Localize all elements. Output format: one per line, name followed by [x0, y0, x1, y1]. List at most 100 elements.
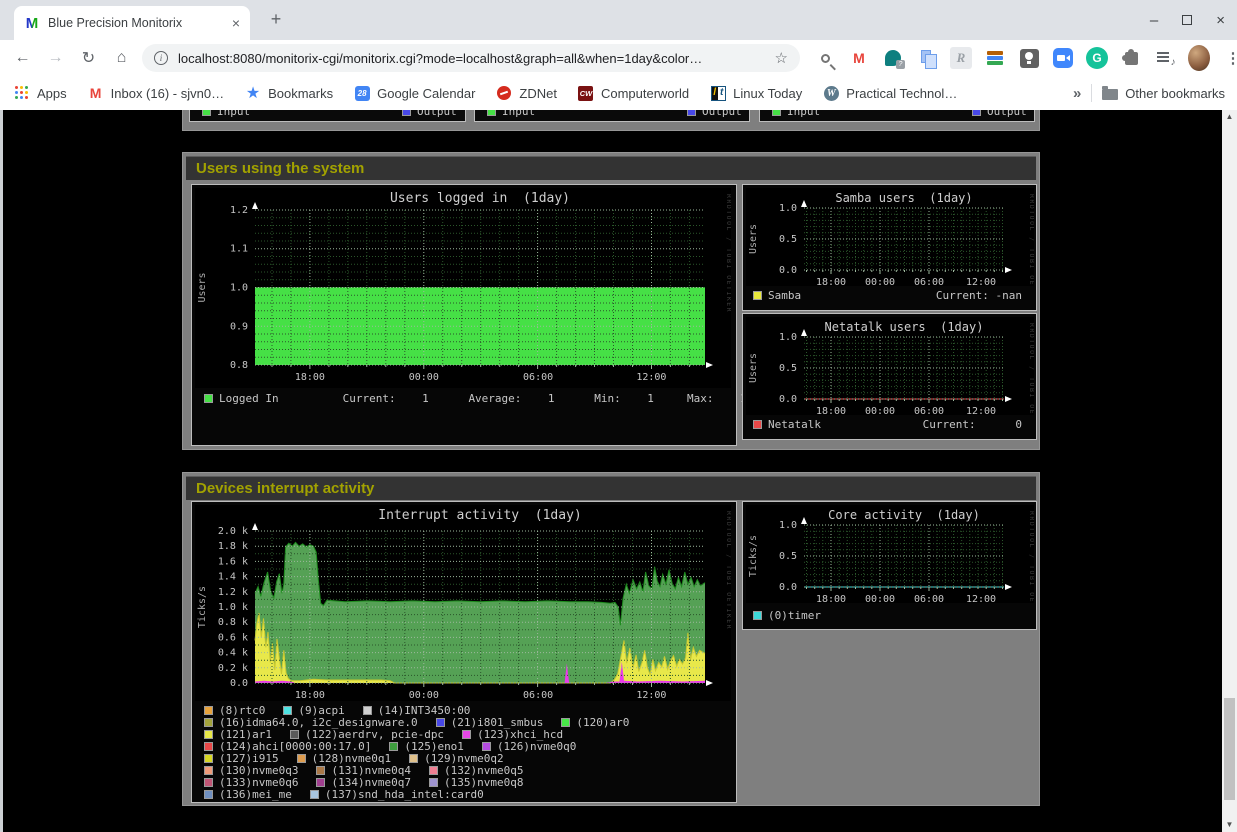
svg-text:06:00: 06:00 [914, 406, 944, 415]
network-graph-cell[interactable]: Input Output [189, 110, 466, 122]
extension-area: M R G ⋮ [814, 47, 1237, 69]
svg-text:06:00: 06:00 [914, 277, 944, 286]
scroll-down-arrow-icon[interactable] [1222, 818, 1237, 832]
svg-text:1.6 k: 1.6 k [218, 556, 248, 567]
svg-text:RRDTOOL / TOBI OETIKER: RRDTOOL / TOBI OETIKER [725, 511, 731, 630]
bookmark-practical-technology[interactable]: WPractical Technol… [823, 85, 957, 101]
url-text[interactable]: localhost:8080/monitorix-cgi/monitorix.c… [178, 51, 775, 66]
svg-text:0.8 k: 0.8 k [218, 617, 248, 628]
svg-text:0.2 k: 0.2 k [218, 663, 248, 674]
svg-text:18:00: 18:00 [816, 406, 846, 415]
samba-users-chart[interactable]: 0.00.51.018:0000:0006:0012:00Samba users… [746, 188, 1034, 291]
svg-text:18:00: 18:00 [295, 372, 325, 383]
bookmarks-overflow-chevron[interactable]: » [1073, 85, 1081, 102]
interrupt-legend-row: (8)rtc0(9)acpi(14)INT3450:00 [204, 704, 647, 716]
new-tab-button[interactable]: + [264, 9, 288, 30]
svg-text:Interrupt activity (1day): Interrupt activity (1day) [378, 508, 582, 523]
back-button[interactable]: ← [6, 49, 39, 67]
core-activity-graph-cell[interactable]: 0.00.51.018:0000:0006:0012:00Core activi… [742, 501, 1037, 630]
svg-text:RRDTOOL / TOBI OETIKER: RRDTOOL / TOBI OETIKER [1028, 194, 1034, 286]
svg-text:1.0 k: 1.0 k [218, 602, 248, 613]
svg-text:Ticks/s: Ticks/s [748, 535, 759, 577]
library-extension-icon[interactable] [984, 47, 1006, 69]
svg-text:1.2: 1.2 [230, 205, 248, 216]
users-legend: Logged InCurrent: 1 Average: 1 Min: 1 Ma… [204, 392, 747, 405]
netatalk-users-chart[interactable]: 0.00.51.018:0000:0006:0012:00Netatalk us… [746, 317, 1034, 420]
bookmark-zdnet[interactable]: ZDNet [496, 85, 557, 101]
chrome-menu-icon[interactable]: ⋮ [1222, 47, 1237, 69]
browser-tab[interactable]: M Blue Precision Monitorix × [14, 6, 250, 40]
svg-text:1.4 k: 1.4 k [218, 572, 248, 583]
interrupt-legend-row: (16)idma64.0, i2c_designware.0(21)i801_s… [204, 716, 647, 728]
samba-users-graph-cell[interactable]: 0.00.51.018:0000:0006:0012:00Samba users… [742, 184, 1037, 311]
other-bookmarks[interactable]: Other bookmarks [1102, 85, 1225, 101]
svg-text:Users: Users [748, 353, 759, 383]
bookmark-star-icon[interactable]: ☆ [775, 49, 788, 67]
grammarly-extension-icon[interactable]: G [1086, 47, 1108, 69]
svg-text:M: M [26, 15, 39, 31]
svg-text:Users logged in (1day): Users logged in (1day) [390, 191, 570, 206]
svg-text:1.8 k: 1.8 k [218, 541, 248, 552]
svg-text:12:00: 12:00 [636, 372, 666, 383]
svg-text:Users: Users [197, 272, 208, 302]
rakuten-extension-icon[interactable]: R [950, 47, 972, 69]
extensions-puzzle-icon[interactable] [1120, 47, 1142, 69]
maximize-button[interactable] [1182, 15, 1192, 25]
address-bar[interactable]: i localhost:8080/monitorix-cgi/monitorix… [142, 44, 800, 72]
svg-text:00:00: 00:00 [865, 594, 895, 603]
bookmark-computerworld[interactable]: CWComputerworld [578, 85, 689, 101]
users-logged-in-chart[interactable]: 0.80.91.01.11.218:0000:0006:0012:00Users… [195, 188, 731, 393]
tab-close-icon[interactable]: × [232, 15, 240, 31]
users-logged-in-graph-cell[interactable]: 0.80.91.01.11.218:0000:0006:0012:00Users… [191, 184, 737, 446]
search-extension-icon[interactable] [814, 47, 836, 69]
netatalk-users-graph-cell[interactable]: 0.00.51.018:0000:0006:0012:00Netatalk us… [742, 313, 1037, 440]
svg-text:00:00: 00:00 [409, 372, 439, 383]
svg-text:06:00: 06:00 [914, 594, 944, 603]
folder-icon [1102, 85, 1118, 101]
interrupt-legend-row: (121)ar1(122)aerdrv, pcie-dpc(123)xhci_h… [204, 728, 647, 740]
keep-extension-icon[interactable] [1018, 47, 1040, 69]
svg-text:0.5: 0.5 [779, 363, 797, 374]
svg-text:0.5: 0.5 [779, 234, 797, 245]
svg-text:0.0: 0.0 [779, 394, 797, 405]
close-button[interactable]: × [1216, 12, 1225, 29]
bookmark-bookmarks[interactable]: ★Bookmarks [245, 85, 333, 101]
reload-button[interactable]: ↻ [72, 48, 105, 68]
home-button[interactable]: ⌂ [105, 49, 138, 67]
gmail-extension-icon[interactable]: M [848, 47, 870, 69]
bookmark-inbox[interactable]: MInbox (16) - sjvn0… [88, 85, 224, 101]
bookmark-google-calendar[interactable]: 28Google Calendar [354, 85, 475, 101]
svg-text:0.0: 0.0 [779, 582, 797, 593]
svg-text:Samba users (1day): Samba users (1day) [835, 191, 972, 205]
core-activity-chart[interactable]: 0.00.51.018:0000:0006:0012:00Core activi… [746, 505, 1034, 608]
minimize-button[interactable]: – [1150, 12, 1158, 29]
scroll-up-arrow-icon[interactable] [1222, 110, 1237, 124]
bookmark-apps[interactable]: Apps [14, 85, 67, 101]
svg-text:0.8: 0.8 [230, 360, 248, 371]
interrupt-legend-row: (133)nvme0q6(134)nvme0q7(135)nvme0q8 [204, 776, 647, 788]
forward-button[interactable]: → [39, 49, 72, 67]
linux-today-icon [710, 85, 726, 101]
svg-text:1.0: 1.0 [230, 283, 248, 294]
zoom-extension-icon[interactable] [1052, 47, 1074, 69]
playlist-extension-icon[interactable] [1154, 47, 1176, 69]
interrupt-activity-chart[interactable]: 0.00.2 k0.4 k0.6 k0.8 k1.0 k1.2 k1.4 k1.… [195, 505, 731, 706]
profile-avatar[interactable] [1188, 47, 1210, 69]
chat-extension-icon[interactable] [882, 47, 904, 69]
interrupt-activity-graph-cell[interactable]: 0.00.2 k0.4 k0.6 k0.8 k1.0 k1.2 k1.4 k1.… [191, 501, 737, 803]
network-graph-cell[interactable]: Input Output [759, 110, 1035, 122]
toolbar: ← → ↻ ⌂ i localhost:8080/monitorix-cgi/m… [0, 40, 1237, 76]
scrollbar-thumb[interactable] [1224, 698, 1235, 800]
gmail-icon: M [88, 85, 104, 101]
network-graph-cell[interactable]: Input Output [474, 110, 750, 122]
copy-extension-icon[interactable] [916, 47, 938, 69]
computerworld-icon: CW [578, 85, 594, 101]
scrollbar[interactable] [1222, 110, 1237, 832]
site-info-icon[interactable]: i [154, 51, 168, 65]
svg-text:18:00: 18:00 [816, 277, 846, 286]
svg-text:12:00: 12:00 [966, 594, 996, 603]
bookmark-linux-today[interactable]: Linux Today [710, 85, 802, 101]
svg-text:1.1: 1.1 [230, 244, 248, 255]
svg-text:Core activity (1day): Core activity (1day) [828, 508, 980, 522]
svg-text:1.2 k: 1.2 k [218, 587, 248, 598]
